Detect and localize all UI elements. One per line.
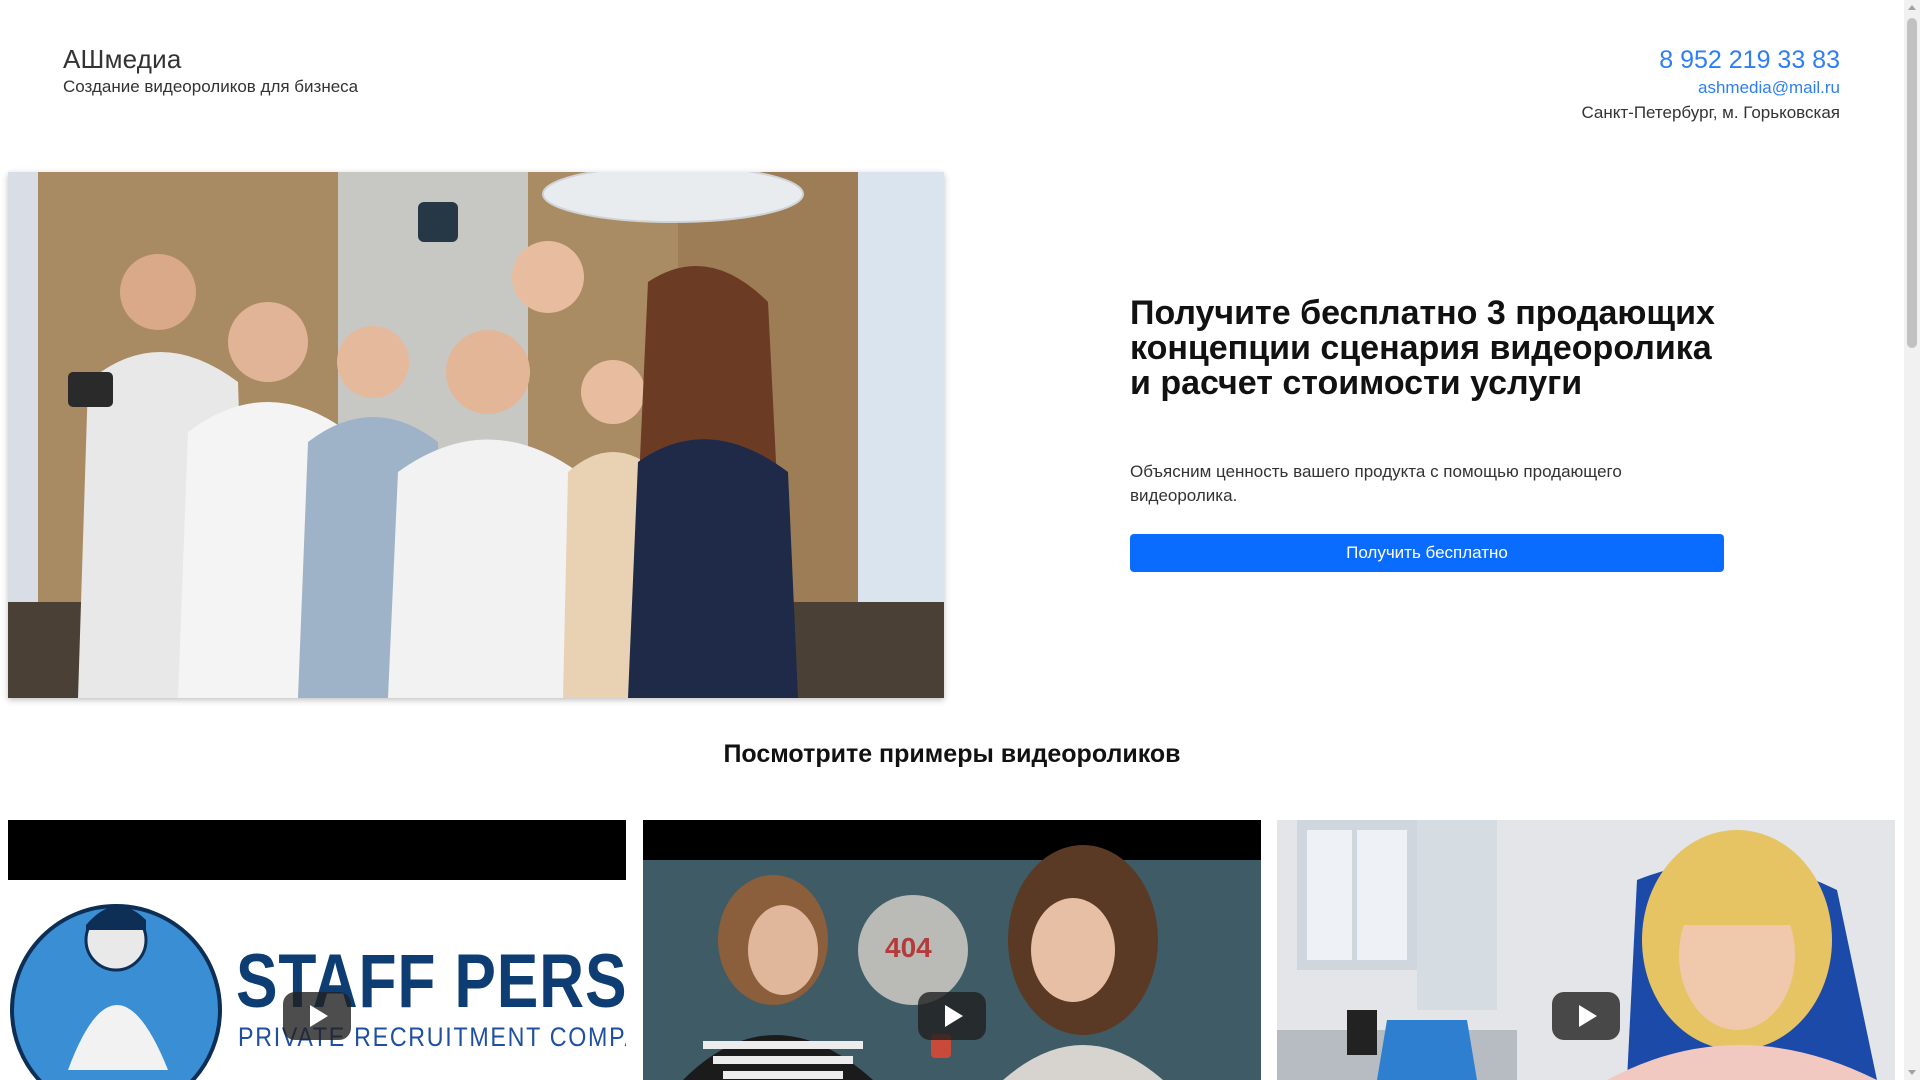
scroll-down-icon[interactable] (1908, 1070, 1916, 1075)
page-scrollbar[interactable] (1904, 0, 1920, 1080)
scroll-up-icon[interactable] (1908, 5, 1916, 10)
wall-number: 404 (885, 932, 932, 963)
play-icon[interactable] (1552, 992, 1620, 1040)
scrollbar-thumb[interactable] (1907, 18, 1917, 348)
office-women-thumbnail (643, 820, 1261, 1080)
address-text: Санкт-Петербург, м. Горьковская (1581, 103, 1840, 122)
get-free-button[interactable]: Получить бесплатно (1130, 534, 1724, 572)
presenter-thumbnail (1277, 820, 1895, 1080)
brand-tagline: Создание видеороликов для бизнеса (63, 77, 359, 96)
video-staff-personal[interactable]: STAFF PERSONAL PRIVATE RECRUITMENT COMPA… (8, 820, 626, 1080)
email-link[interactable]: ashmedia@mail.ru (1581, 76, 1840, 100)
phone-link[interactable]: 8 952 219 33 83 (1581, 44, 1840, 76)
contact-block: 8 952 219 33 83 ashmedia@mail.ru Санкт-П… (1581, 44, 1840, 126)
hero-subtitle: Объясним ценность вашего продукта с помо… (1130, 462, 1622, 505)
brand-name[interactable]: АШмедиа (63, 44, 182, 75)
video-presenter[interactable] (1277, 820, 1895, 1080)
examples-title: Посмотрите примеры видеороликов (723, 740, 1181, 768)
video-office-women[interactable]: 404 (643, 820, 1261, 1080)
hero-title: Получите бесплатно 3 продающих концепции… (1130, 294, 1715, 402)
play-icon[interactable] (918, 992, 986, 1040)
hero-team-photo (8, 172, 944, 698)
play-icon[interactable] (283, 992, 351, 1040)
